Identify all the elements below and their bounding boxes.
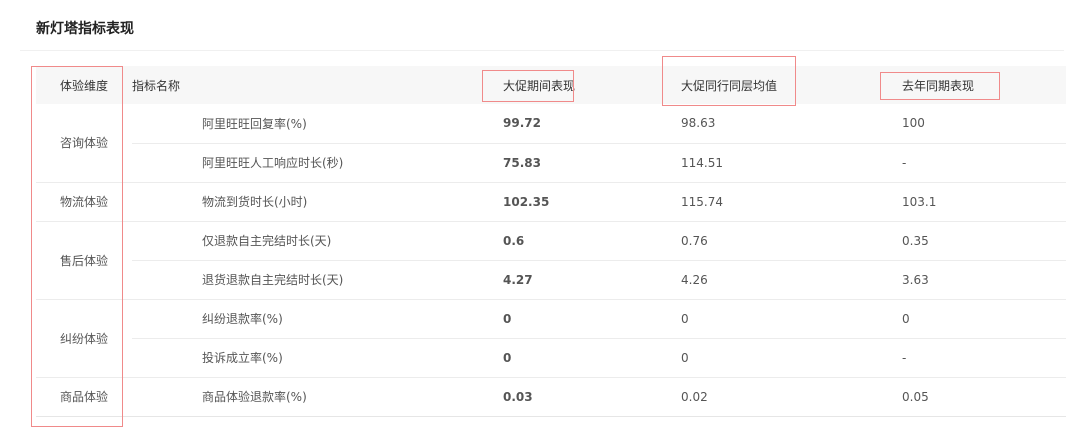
dimension-cell: 纠纷体验: [36, 299, 132, 378]
metric-name-cell: 阿里旺旺回复率(%): [132, 104, 503, 144]
last-year-cell: -: [902, 338, 1066, 378]
current-value-cell: 0.6: [503, 221, 681, 261]
dimension-cell: 物流体验: [36, 182, 132, 222]
metric-name-cell: 退货退款自主完结时长(天): [132, 260, 503, 300]
last-year-cell: 103.1: [902, 182, 1066, 222]
dimension-cell: 商品体验: [36, 377, 132, 417]
peer-average-cell: 115.74: [681, 182, 902, 222]
peer-average-cell: 98.63: [681, 104, 902, 144]
last-year-cell: -: [902, 143, 1066, 183]
header-peer-average: 大促同行同层均值: [681, 66, 902, 104]
peer-average-cell: 0: [681, 299, 902, 339]
table-row: 阿里旺旺人工响应时长(秒) 75.83 114.51-: [36, 143, 1066, 183]
title-divider: [20, 50, 1064, 51]
current-value-cell: 102.35: [503, 182, 681, 222]
last-year-cell: 0: [902, 299, 1066, 339]
peer-average-cell: 0.02: [681, 377, 902, 417]
metric-name-cell: 投诉成立率(%): [132, 338, 503, 378]
header-metric-name: 指标名称: [132, 66, 503, 104]
table-row: 投诉成立率(%) 0 0-: [36, 338, 1066, 378]
last-year-cell: 3.63: [902, 260, 1066, 300]
last-year-cell: 100: [902, 104, 1066, 144]
table-body: 咨询体验 阿里旺旺回复率(%) 99.72 98.63 100 阿里旺旺人工响应时长(秒)…: [36, 104, 1066, 417]
header-dimension: 体验维度: [36, 66, 132, 104]
page-title: 新灯塔指标表现: [36, 21, 134, 37]
current-value-cell: 0.03: [503, 377, 681, 417]
table-header-row: 体验维度 指标名称 大促期间表现 大促同行同层均值 去年同期表现: [36, 66, 1066, 104]
table-row: 退货退款自主完结时长(天) 4.27 4.26 3.63: [36, 260, 1066, 300]
peer-average-cell: 114.51: [681, 143, 902, 183]
table-row: 售后体验 仅退款自主完结时长(天) 0.6 0.76 0.35: [36, 221, 1066, 300]
metric-name-cell: 阿里旺旺人工响应时长(秒): [132, 143, 503, 183]
header-last-year: 去年同期表现: [902, 66, 1066, 104]
peer-average-cell: 4.26: [681, 260, 902, 300]
table-row: 物流体验 物流到货时长(小时) 102.35 115.74 103.1: [36, 182, 1066, 222]
metric-name-cell: 商品体验退款率(%): [132, 377, 503, 417]
metrics-table: 体验维度 指标名称 大促期间表现 大促同行同层均值 去年同期表现 咨询体验 阿里旺…: [36, 66, 1066, 417]
table-row: 商品体验 商品体验退款率(%) 0.03 0.02 0.05: [36, 377, 1066, 417]
peer-average-cell: 0: [681, 338, 902, 378]
current-value-cell: 4.27: [503, 260, 681, 300]
last-year-cell: 0.05: [902, 377, 1066, 417]
current-value-cell: 75.83: [503, 143, 681, 183]
current-value-cell: 0: [503, 299, 681, 339]
last-year-cell: 0.35: [902, 221, 1066, 261]
metric-name-cell: 仅退款自主完结时长(天): [132, 221, 503, 261]
header-current: 大促期间表现: [503, 66, 681, 104]
table-row: 纠纷体验 纠纷退款率(%) 0 0 0: [36, 299, 1066, 378]
metric-name-cell: 物流到货时长(小时): [132, 182, 503, 222]
metric-name-cell: 纠纷退款率(%): [132, 299, 503, 339]
table-row: 咨询体验 阿里旺旺回复率(%) 99.72 98.63 100: [36, 104, 1066, 183]
dimension-cell: 咨询体验: [36, 104, 132, 183]
dimension-cell: 售后体验: [36, 221, 132, 300]
current-value-cell: 99.72: [503, 104, 681, 144]
peer-average-cell: 0.76: [681, 221, 902, 261]
current-value-cell: 0: [503, 338, 681, 378]
